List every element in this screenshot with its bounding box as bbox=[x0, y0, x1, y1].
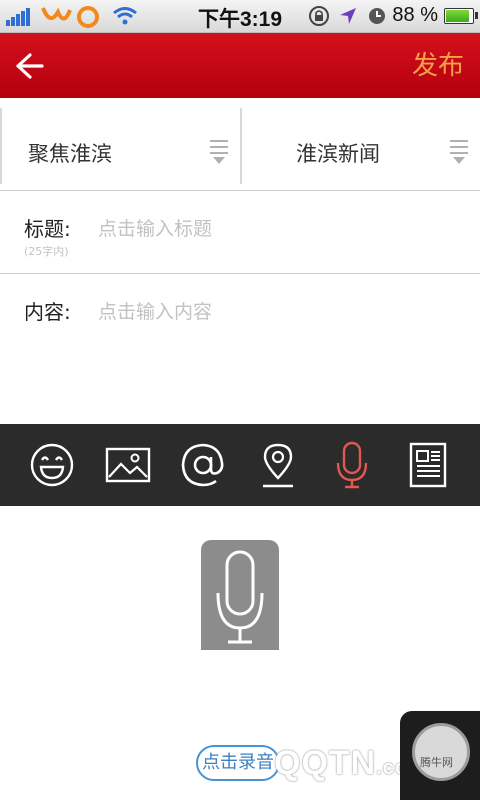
compose-toolbar bbox=[0, 424, 480, 506]
category-label: 聚焦淮滨 bbox=[28, 142, 112, 166]
category-selectors: 聚焦淮滨 淮滨新闻 bbox=[0, 108, 480, 190]
battery-icon bbox=[444, 8, 474, 24]
content-label: 内容: bbox=[24, 300, 71, 324]
record-mic-panel bbox=[201, 540, 279, 650]
assistive-touch-ring bbox=[412, 723, 470, 781]
category-select-1[interactable]: 聚焦淮滨 bbox=[0, 108, 242, 184]
location-icon bbox=[340, 8, 356, 24]
emoji-icon[interactable] bbox=[27, 440, 77, 490]
image-icon[interactable] bbox=[103, 440, 153, 490]
battery-percent: 88 % bbox=[392, 4, 438, 26]
at-mention-icon[interactable] bbox=[178, 440, 228, 490]
publish-button[interactable]: 发布 bbox=[412, 45, 464, 82]
content-input[interactable]: 点击输入内容 bbox=[98, 297, 212, 324]
microphone-icon bbox=[216, 550, 264, 644]
nav-bar: 发布 bbox=[0, 33, 480, 98]
category-select-2[interactable]: 淮滨新闻 bbox=[240, 108, 480, 184]
microphone-icon[interactable] bbox=[327, 440, 377, 490]
battery-tip bbox=[475, 12, 478, 19]
back-arrow-icon[interactable] bbox=[12, 49, 46, 83]
record-button[interactable]: 点击录音 bbox=[196, 745, 280, 781]
article-icon[interactable] bbox=[403, 440, 453, 490]
title-input[interactable]: 点击输入标题 bbox=[98, 214, 212, 241]
watermark-text: 腾牛网 bbox=[420, 756, 453, 769]
divider bbox=[0, 190, 480, 191]
title-label: 标题: bbox=[24, 217, 71, 241]
divider bbox=[0, 273, 480, 274]
category-label: 淮滨新闻 bbox=[296, 142, 380, 166]
rotation-lock-icon bbox=[309, 6, 329, 26]
title-hint: (25字内) bbox=[24, 245, 69, 258]
battery-fill bbox=[446, 10, 469, 22]
status-bar: 下午3:19 88 % bbox=[0, 0, 480, 33]
dropdown-icon bbox=[450, 140, 468, 164]
location-pin-icon[interactable] bbox=[253, 440, 303, 490]
dropdown-icon bbox=[210, 140, 228, 164]
alarm-icon bbox=[369, 8, 385, 24]
